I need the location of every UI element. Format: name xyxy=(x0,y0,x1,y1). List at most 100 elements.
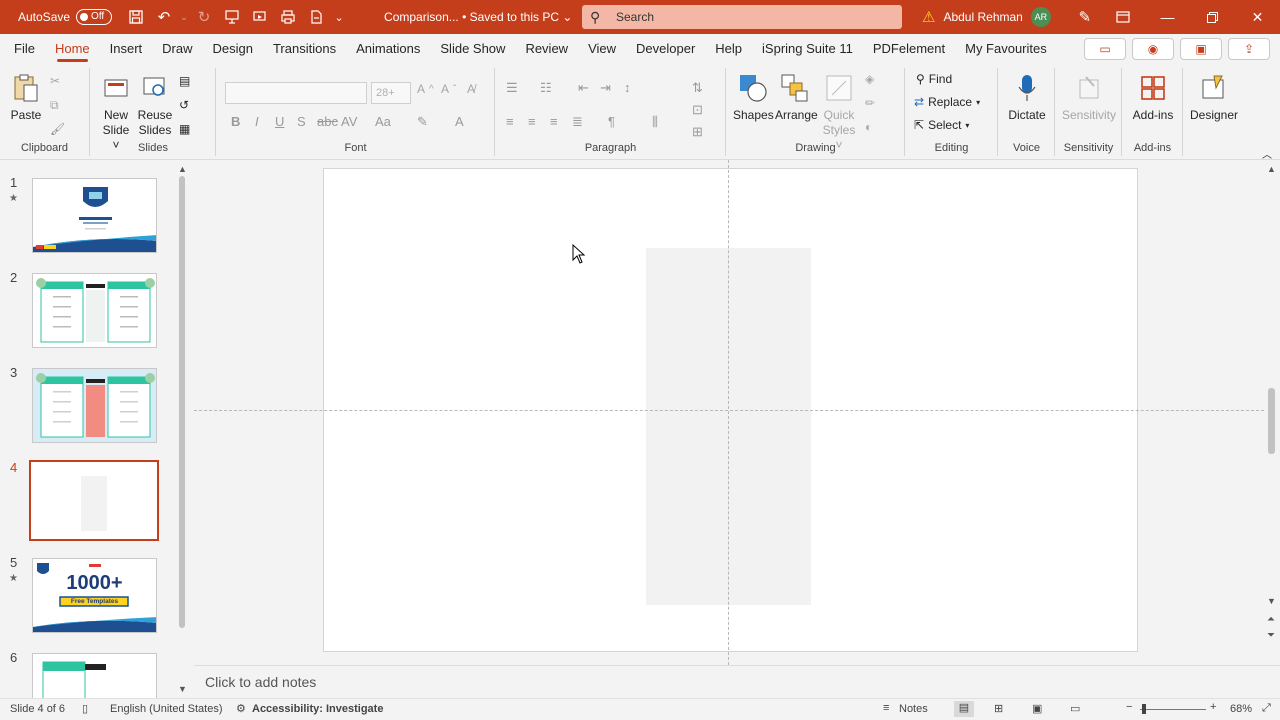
autosave-control[interactable]: AutoSave Off xyxy=(18,9,113,25)
slide-thumbnail-6[interactable] xyxy=(32,653,157,698)
document-title[interactable]: Comparison... • Saved to this PC ⌄ xyxy=(384,10,572,24)
thumbnail-scroll-thumb[interactable] xyxy=(179,176,185,628)
tab-help[interactable]: Help xyxy=(705,34,752,64)
zoom-in-icon[interactable]: + xyxy=(1210,701,1216,713)
normal-view-icon[interactable]: ▤ xyxy=(954,701,974,717)
present-from-beginning-icon[interactable] xyxy=(218,0,246,34)
highlight-icon[interactable]: ✎ xyxy=(417,114,428,130)
zoom-level[interactable]: 68% xyxy=(1230,703,1252,715)
align-center-icon[interactable]: ≡ xyxy=(528,114,536,129)
close-icon[interactable]: ✕ xyxy=(1235,0,1280,34)
notes-placeholder[interactable]: Click to add notes xyxy=(205,674,316,690)
slide-thumbnail-2[interactable] xyxy=(32,273,157,348)
pen-icon[interactable]: ✎ xyxy=(1071,0,1099,34)
customize-qat-icon[interactable]: ⌄ xyxy=(330,0,348,34)
slide-thumbnail-5[interactable]: 1000+ Free Templates xyxy=(32,558,157,633)
tab-draw[interactable]: Draw xyxy=(152,34,202,64)
autosave-toggle[interactable]: Off xyxy=(76,9,113,25)
numbering-icon[interactable]: ☷ xyxy=(540,80,552,96)
dictate-button[interactable]: Dictate xyxy=(1005,72,1049,123)
align-left-icon[interactable]: ≡ xyxy=(506,114,514,129)
tab-home[interactable]: Home xyxy=(45,34,100,64)
layout-icon[interactable]: ▤ xyxy=(179,74,190,88)
ribbon-display-icon[interactable] xyxy=(1100,0,1145,34)
slide-sorter-icon[interactable]: ⊞ xyxy=(994,702,1003,715)
notes-button[interactable]: Notes xyxy=(899,703,928,715)
font-family-select[interactable] xyxy=(225,82,367,104)
tab-insert[interactable]: Insert xyxy=(100,34,153,64)
columns-icon[interactable]: ⫼ xyxy=(652,114,658,130)
copy-icon[interactable]: ⧉ xyxy=(50,98,59,113)
thumbnail-scrollbar[interactable]: ▲ ▼ xyxy=(176,160,189,698)
previous-slide-icon[interactable]: ⏶ xyxy=(1267,614,1275,625)
designer-button[interactable]: Designer xyxy=(1188,72,1240,123)
section-icon[interactable]: ▦ xyxy=(179,122,190,136)
decrease-indent-icon[interactable]: ⇤ xyxy=(578,80,589,96)
slide-thumbnail-1[interactable] xyxy=(32,178,157,253)
present-current-icon[interactable] xyxy=(246,0,274,34)
slide-thumbnail-4[interactable] xyxy=(29,460,159,541)
new-slide-button[interactable]: New Slide ˅ xyxy=(99,72,133,153)
reuse-slides-button[interactable]: Reuse Slides xyxy=(137,72,173,138)
strikethrough-icon[interactable]: abc xyxy=(317,114,338,129)
zoom-slider[interactable] xyxy=(1140,709,1206,710)
shape-outline-icon[interactable]: ✏ xyxy=(865,96,875,110)
find-button[interactable]: ⚲ Find xyxy=(916,72,952,86)
avatar[interactable]: AR xyxy=(1030,7,1051,27)
spelling-icon[interactable]: ▯ xyxy=(82,702,88,715)
language-status[interactable]: English (United States) xyxy=(110,703,223,715)
font-size-select[interactable]: 28+ xyxy=(371,82,411,104)
tab-ispring[interactable]: iSpring Suite 11 xyxy=(752,34,863,64)
shapes-button[interactable]: Shapes xyxy=(733,72,774,123)
align-text-icon[interactable]: ⊡ xyxy=(692,102,703,118)
present-teams-button[interactable]: ▣ xyxy=(1180,38,1222,60)
tab-developer[interactable]: Developer xyxy=(626,34,705,64)
warning-icon[interactable]: ⚠ xyxy=(922,8,935,26)
scroll-down-icon[interactable]: ▼ xyxy=(178,684,187,694)
reset-icon[interactable]: ↺ xyxy=(179,98,189,112)
accessibility-status[interactable]: Accessibility: Investigate xyxy=(252,703,383,715)
bold-icon[interactable]: B xyxy=(231,114,240,129)
italic-icon[interactable]: I xyxy=(255,114,259,129)
decrease-font-icon[interactable]: Aˇ xyxy=(441,82,456,96)
tab-file[interactable]: File xyxy=(4,34,45,64)
slideshow-icon[interactable]: ▭ xyxy=(1070,702,1080,715)
shadow-icon[interactable]: S xyxy=(297,114,306,129)
rtl-icon[interactable]: ¶ xyxy=(608,114,615,129)
line-spacing-icon[interactable]: ↕ xyxy=(624,80,631,95)
bullets-icon[interactable]: ☰ xyxy=(506,80,518,96)
undo-icon[interactable]: ↶ xyxy=(150,0,178,34)
slide-counter[interactable]: Slide 4 of 6 xyxy=(10,703,65,715)
addins-button[interactable]: Add-ins xyxy=(1129,72,1177,123)
replace-button[interactable]: ⇄ Replace ▾ xyxy=(914,95,980,109)
tab-design[interactable]: Design xyxy=(203,34,263,64)
tab-view[interactable]: View xyxy=(578,34,626,64)
horizontal-guide[interactable] xyxy=(194,410,1264,411)
sensitivity-button[interactable]: Sensitivity xyxy=(1060,72,1118,123)
scroll-up-icon[interactable]: ▲ xyxy=(178,164,187,174)
tab-pdfelement[interactable]: PDFelement xyxy=(863,34,955,64)
shape-effects-icon[interactable]: ◐ xyxy=(865,120,872,134)
select-button[interactable]: ⇱ Select ▾ xyxy=(914,118,969,132)
text-direction-icon[interactable]: ⇅ xyxy=(692,80,703,96)
user-name[interactable]: Abdul Rehman xyxy=(943,10,1022,24)
collapse-ribbon-icon[interactable]: ︿ xyxy=(1262,146,1272,161)
search-input[interactable]: ⚲ Search xyxy=(582,5,902,29)
record-button[interactable]: ◉ xyxy=(1132,38,1174,60)
format-painter-icon[interactable]: 🖌 xyxy=(50,122,65,136)
redo-icon[interactable]: ↻ xyxy=(190,0,218,34)
change-case-icon[interactable]: Aa xyxy=(375,114,391,129)
scroll-down-icon[interactable]: ▼ xyxy=(1267,596,1276,606)
zoom-slider-handle[interactable] xyxy=(1142,704,1146,714)
quick-styles-button[interactable]: Quick Styles ˅ xyxy=(819,72,859,153)
tab-animations[interactable]: Animations xyxy=(346,34,430,64)
clear-formatting-icon[interactable]: A̸ xyxy=(467,82,475,96)
fit-to-window-icon[interactable]: ⤢ xyxy=(1262,702,1271,715)
paste-button[interactable]: Paste xyxy=(6,72,46,123)
increase-indent-icon[interactable]: ⇥ xyxy=(600,80,611,96)
tab-review[interactable]: Review xyxy=(515,34,578,64)
slide-thumbnail-3[interactable] xyxy=(32,368,157,443)
shape-fill-icon[interactable]: ◈ xyxy=(865,72,874,86)
vertical-guide[interactable] xyxy=(728,160,729,665)
comments-button[interactable]: ▭ xyxy=(1084,38,1126,60)
